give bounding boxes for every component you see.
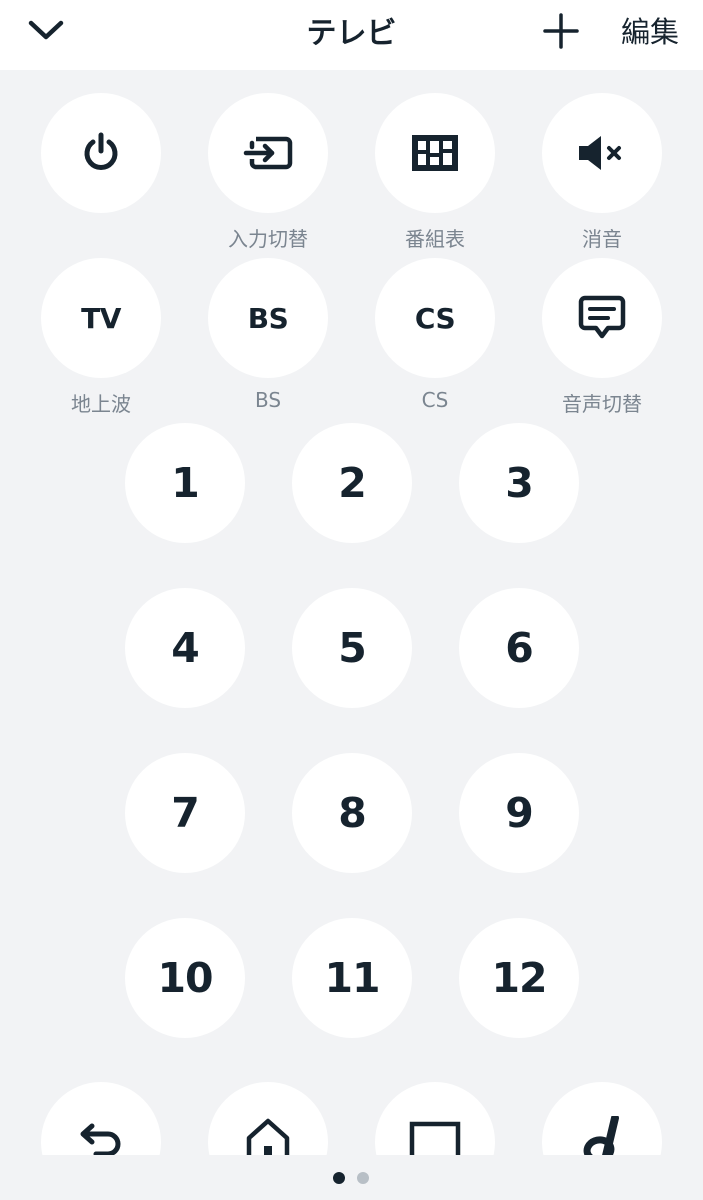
terrestrial-label: 地上波 <box>71 392 131 416</box>
cs-button-text: CS <box>414 301 456 335</box>
number-button-1[interactable]: 1 <box>125 423 245 543</box>
page-indicator[interactable] <box>0 1155 703 1200</box>
remote-panel: 入力切替 番組表 消音 TV 地上波 BS BS CS CS 音声切替 1 2 … <box>0 70 703 1155</box>
program-guide-label: 番組表 <box>405 227 465 251</box>
power-icon <box>84 132 118 170</box>
audio-switch-button[interactable] <box>542 258 662 378</box>
number-button-12[interactable]: 12 <box>459 918 579 1038</box>
d-button-icon <box>583 1116 619 1155</box>
back-button[interactable] <box>41 1082 161 1155</box>
square-button[interactable] <box>375 1082 495 1155</box>
input-switch-button[interactable] <box>208 93 328 213</box>
number-button-10[interactable]: 10 <box>125 918 245 1038</box>
back-icon <box>80 1123 121 1155</box>
program-guide-button[interactable] <box>375 93 495 213</box>
add-button[interactable] <box>538 8 584 54</box>
number-button-8[interactable]: 8 <box>292 753 412 873</box>
audio-switch-label: 音声切替 <box>562 392 642 416</box>
number-button-9[interactable]: 9 <box>459 753 579 873</box>
terrestrial-button-text: TV <box>81 301 121 335</box>
page-dot-2[interactable] <box>357 1172 369 1184</box>
number-button-6[interactable]: 6 <box>459 588 579 708</box>
number-5: 5 <box>338 624 367 672</box>
page-title: テレビ <box>306 16 397 51</box>
input-switch-label: 入力切替 <box>228 227 308 251</box>
number-9: 9 <box>505 789 534 837</box>
number-12: 12 <box>491 954 547 1002</box>
header: テレビ 編集 <box>0 0 703 70</box>
page-dot-1[interactable] <box>333 1172 345 1184</box>
number-button-5[interactable]: 5 <box>292 588 412 708</box>
mute-label: 消音 <box>582 227 622 251</box>
number-button-2[interactable]: 2 <box>292 423 412 543</box>
number-11: 11 <box>324 954 380 1002</box>
square-icon <box>409 1121 461 1155</box>
number-button-7[interactable]: 7 <box>125 753 245 873</box>
terrestrial-button[interactable]: TV <box>41 258 161 378</box>
number-7: 7 <box>171 789 200 837</box>
power-button[interactable] <box>41 93 161 213</box>
number-button-4[interactable]: 4 <box>125 588 245 708</box>
number-button-11[interactable]: 11 <box>292 918 412 1038</box>
number-4: 4 <box>171 624 200 672</box>
plus-icon <box>543 13 579 49</box>
number-6: 6 <box>505 624 534 672</box>
program-guide-icon <box>412 135 458 171</box>
number-10: 10 <box>157 954 213 1002</box>
number-2: 2 <box>338 459 367 507</box>
input-switch-icon <box>243 136 293 170</box>
number-3: 3 <box>505 459 534 507</box>
home-icon <box>246 1118 290 1155</box>
number-8: 8 <box>338 789 367 837</box>
bs-button-text: BS <box>247 301 289 335</box>
cs-button[interactable]: CS <box>375 258 495 378</box>
audio-switch-icon <box>578 295 626 339</box>
d-button[interactable] <box>542 1082 662 1155</box>
mute-icon <box>579 136 621 170</box>
bs-button[interactable]: BS <box>208 258 328 378</box>
home-button[interactable] <box>208 1082 328 1155</box>
bs-label: BS <box>254 388 282 412</box>
number-1: 1 <box>171 459 200 507</box>
number-button-3[interactable]: 3 <box>459 423 579 543</box>
cs-label: CS <box>421 388 449 412</box>
edit-button[interactable]: 編集 <box>614 8 686 52</box>
mute-button[interactable] <box>542 93 662 213</box>
